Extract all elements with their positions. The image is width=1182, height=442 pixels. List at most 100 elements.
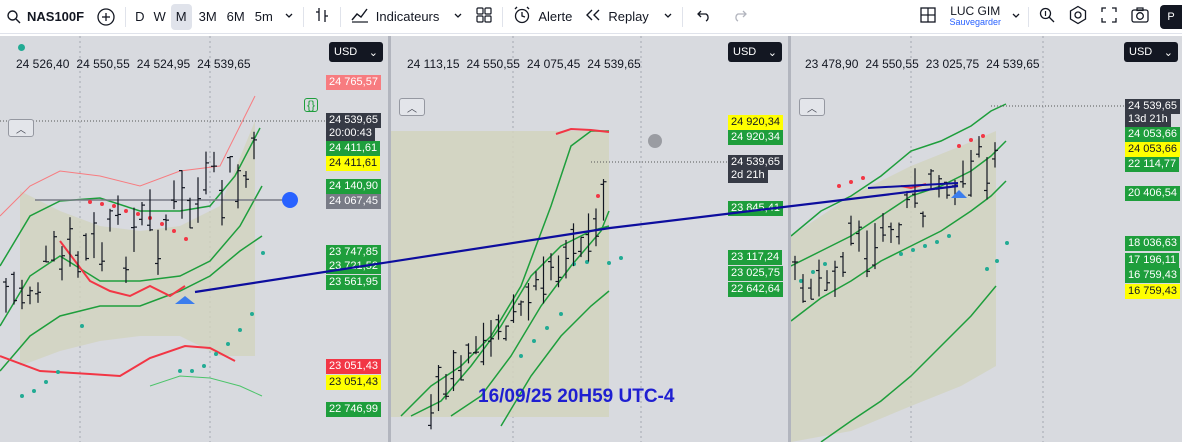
- drag-handle[interactable]: [282, 192, 298, 208]
- redo-icon: [732, 8, 748, 25]
- close-value: 24 539,65: [587, 57, 641, 71]
- price-label: 24 053,66: [1125, 142, 1180, 157]
- collapse-legend-button[interactable]: ︿: [8, 119, 34, 137]
- quick-search-button[interactable]: [1032, 0, 1062, 34]
- symbol-search[interactable]: NAS100F: [0, 0, 90, 34]
- settings-button[interactable]: [1062, 0, 1094, 34]
- redo-button[interactable]: [722, 0, 758, 34]
- watermark-dot: [648, 134, 662, 148]
- chevron-up-icon: ︿: [407, 103, 417, 115]
- toolbar-separator: [502, 6, 504, 27]
- bar-style-button[interactable]: [307, 0, 337, 34]
- open-value: 23 478,90: [805, 57, 859, 71]
- camera-icon: [1130, 6, 1150, 27]
- countdown-label: 2d 21h: [728, 168, 768, 183]
- grid-icon: [919, 6, 937, 27]
- tf-w-label: W: [153, 9, 166, 24]
- price-label: 22 642,64: [728, 282, 783, 297]
- open-value: 24 526,40: [16, 57, 70, 71]
- price-label: 24 411,61: [326, 156, 381, 171]
- ohlc-readout-3: 23 478,90 24 550,55 23 025,75 24 539,65: [805, 57, 1047, 71]
- currency-label: USD: [1129, 46, 1153, 58]
- code-braces-icon[interactable]: {}: [304, 98, 319, 112]
- layout-icon: [475, 6, 493, 27]
- tf-m[interactable]: M: [169, 0, 194, 34]
- chart-canvas-3[interactable]: [791, 36, 1182, 442]
- chevron-up-icon: ︿: [16, 124, 26, 136]
- chevron-down-icon: [453, 9, 463, 24]
- ohlc-readout-2: 24 113,15 24 550,55 24 075,45 24 539,65: [407, 57, 648, 71]
- zoom-icon: [1038, 6, 1056, 27]
- chevron-up-icon: ︿: [807, 103, 817, 115]
- undo-button[interactable]: [686, 0, 722, 34]
- toolbar-separator: [125, 6, 127, 27]
- tf-d-label: D: [135, 9, 145, 24]
- replay-button[interactable]: Replay: [578, 0, 678, 34]
- bollinger-fill: [791, 131, 996, 442]
- low-value: 24 524,95: [136, 57, 191, 71]
- compare-button[interactable]: [90, 0, 122, 34]
- countdown-label: 20:00:43: [326, 126, 375, 141]
- currency-select-3[interactable]: USD ⌄: [1124, 42, 1178, 62]
- symbol-name: NAS100F: [27, 9, 85, 24]
- price-label: 23 117,24: [728, 250, 783, 265]
- indicator-dot: [18, 44, 25, 51]
- bar-style-icon: [313, 6, 331, 27]
- price-label: 23 051,43: [326, 375, 381, 390]
- alarm-clock-icon: [512, 5, 532, 28]
- low-value: 23 025,75: [925, 57, 980, 71]
- chart-panel-1[interactable]: 24 526,40 24 550,55 24 524,95 24 539,65 USD…: [0, 36, 388, 442]
- tf-6m[interactable]: 6M: [222, 0, 250, 34]
- indicators-button[interactable]: Indicateurs: [344, 0, 470, 34]
- chart-panel-2[interactable]: 24 113,15 24 550,55 24 075,45 24 539,65 USD…: [391, 36, 788, 442]
- chevron-down-icon: [1011, 9, 1021, 24]
- timeframe-dropdown[interactable]: [278, 0, 300, 34]
- price-label: 16 759,43: [1125, 268, 1180, 283]
- bollinger-fill: [20, 121, 255, 366]
- price-label: 24 920,34: [728, 130, 783, 145]
- price-label: 24 067,45: [326, 194, 381, 209]
- toolbar-separator: [681, 6, 683, 27]
- price-label: 22 746,99: [326, 402, 381, 417]
- indicators-icon: [350, 6, 370, 27]
- currency-label: USD: [733, 46, 757, 58]
- tf-d[interactable]: D: [129, 0, 150, 34]
- chevron-down-icon: ⌄: [767, 46, 777, 59]
- price-label: 16 759,43: [1125, 284, 1180, 299]
- high-value: 24 550,55: [76, 57, 130, 71]
- currency-select-1[interactable]: USD ⌄: [329, 42, 383, 62]
- date-annotation: 16/09/25 20H59 UTC-4: [478, 386, 675, 407]
- fullscreen-icon: [1100, 6, 1118, 27]
- chart-canvas-2[interactable]: [391, 36, 788, 442]
- high-value: 24 550,55: [466, 57, 520, 71]
- tf-5m-label: 5m: [254, 9, 273, 24]
- price-label: 23 025,75: [728, 266, 783, 281]
- tf-3m[interactable]: 3M: [194, 0, 222, 34]
- tf-w[interactable]: W: [150, 0, 168, 34]
- tf-5m[interactable]: 5m: [250, 0, 278, 34]
- snapshot-button[interactable]: [1124, 0, 1156, 34]
- save-dropdown[interactable]: [1007, 0, 1025, 34]
- publish-button[interactable]: P: [1160, 5, 1182, 29]
- fullscreen-button[interactable]: [1094, 0, 1124, 34]
- alert-button[interactable]: Alerte: [506, 0, 578, 34]
- currency-select-2[interactable]: USD ⌄: [728, 42, 782, 62]
- collapse-legend-button[interactable]: ︿: [399, 98, 425, 116]
- layout-grid-button[interactable]: [913, 0, 943, 34]
- toolbar-separator: [339, 6, 341, 27]
- alert-label: Alerte: [538, 9, 573, 24]
- price-label: 22 114,77: [1125, 157, 1180, 172]
- undo-icon: [696, 8, 712, 25]
- indicators-label: Indicateurs: [375, 9, 440, 24]
- tf-6m-label: 6M: [226, 9, 245, 24]
- price-label: 17 196,11: [1125, 253, 1180, 268]
- chevron-down-icon: ⌄: [368, 46, 378, 59]
- save-layout-button[interactable]: LUC GIM Sauvegarder: [943, 5, 1007, 27]
- chart-panel-3[interactable]: 23 478,90 24 550,55 23 025,75 24 539,65 USD…: [791, 36, 1182, 442]
- layouts-button[interactable]: [469, 0, 499, 34]
- countdown-label: 13d 21h: [1125, 112, 1171, 127]
- price-label: 24 765,57: [326, 75, 381, 90]
- tf-3m-label: 3M: [198, 9, 217, 24]
- collapse-legend-button[interactable]: ︿: [799, 98, 825, 116]
- search-icon: [6, 9, 22, 25]
